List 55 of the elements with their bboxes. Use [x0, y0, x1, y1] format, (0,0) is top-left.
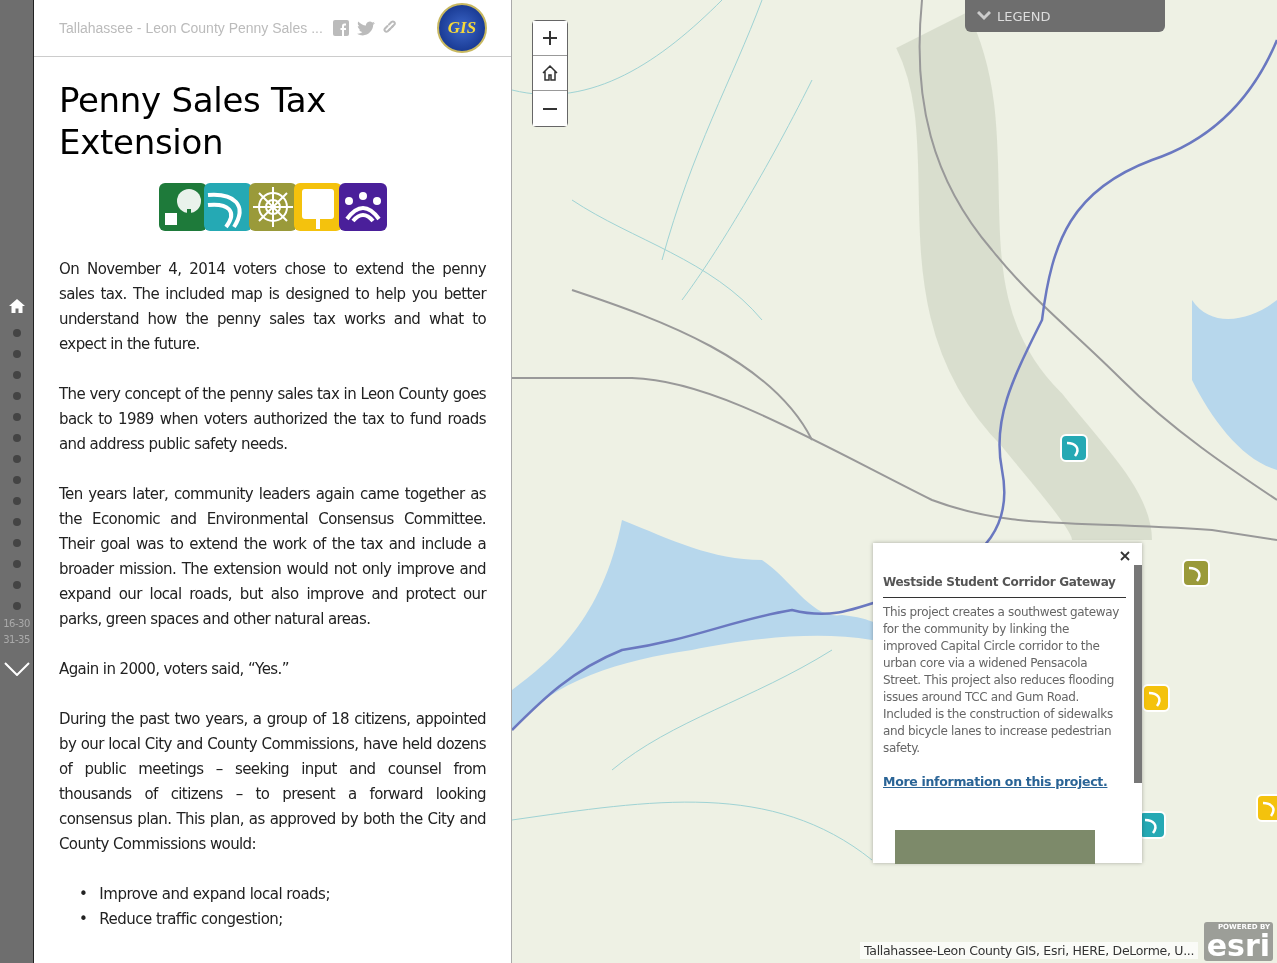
map-marker-icon[interactable] [1182, 559, 1210, 587]
nav-dot[interactable] [12, 454, 21, 463]
nav-dot[interactable] [12, 370, 21, 379]
page-heading: Penny Sales Tax Extension [59, 79, 328, 163]
story-title: Tallahassee - Leon County Penny Sales ... [59, 20, 323, 36]
home-icon [541, 64, 559, 82]
link-icon[interactable] [382, 20, 399, 36]
twitter-icon[interactable] [356, 20, 375, 36]
nav-dot[interactable] [12, 559, 21, 568]
scrollbar[interactable] [1134, 565, 1142, 783]
legend-toggle[interactable]: LEGEND [965, 0, 1165, 32]
section-range[interactable]: 16-30 [3, 616, 30, 632]
category-icon [203, 183, 252, 231]
zoom-in-button[interactable] [533, 21, 567, 56]
nav-dot[interactable] [12, 328, 21, 337]
story-paragraph: Again in 2000, voters said, “Yes.” [59, 659, 290, 680]
nav-dot[interactable] [12, 475, 21, 484]
list-item: Reduce traffic congestion; [99, 909, 283, 930]
facebook-icon[interactable] [332, 20, 349, 36]
category-icon [338, 183, 387, 231]
map-marker-icon[interactable] [1256, 794, 1277, 822]
close-icon[interactable] [1120, 551, 1130, 561]
category-icon [248, 183, 297, 231]
popup-description: This project creates a southwest gateway for the community by linking the improved Capital Circle corridor to the urban core via a widened Pensacola Street. This project also reduces flooding issues around TCC and Gum Road. Included is the construction of sidewalks and bicycle lanes to increase pedestrian safety. [883, 604, 1120, 757]
story-paragraph: During the past two years, a group of 18 citizens, appointed by our local City and County Commissions, have held dozens of public meetings – seeking input and counsel from thousands of citizens – to present a forward looking consensus plan. This plan, as approved by both the City and County Commissions would: [59, 709, 486, 855]
story-paragraph: The very concept of the penny sales tax in Leon County goes back to 1989 when voters authorized the tax to fund roads and address public safety needs. [59, 384, 486, 455]
map-marker-icon[interactable] [1142, 684, 1170, 712]
nav-dot[interactable] [12, 349, 21, 358]
map-attribution: Tallahassee-Leon County GIS, Esri, HERE, DeLorme, U... [860, 942, 1199, 959]
nav-dot[interactable] [12, 412, 21, 421]
nav-dot[interactable] [12, 433, 21, 442]
more-info-link[interactable]: More information on this project. [883, 774, 1108, 789]
nav-dot[interactable] [12, 580, 21, 589]
category-icon [158, 183, 207, 231]
home-icon[interactable] [8, 299, 25, 313]
section-range[interactable]: 31-35 [3, 632, 30, 648]
nav-dot[interactable] [12, 517, 21, 526]
gis-logo: GIS [437, 3, 487, 53]
bullet-mark: • [79, 909, 88, 930]
nav-dot[interactable] [12, 391, 21, 400]
category-icon [293, 183, 342, 231]
nav-dot[interactable] [12, 538, 21, 547]
bullet-mark: • [79, 884, 88, 905]
story-paragraph: Ten years later, community leaders again came together as the Economic and Environmental Consensus Committee. Their goal was to extend the work of the tax and include a broader mission. The extension would not only improve and expand our local roads, but also improve and protect our parks, green spaces and other natural areas. [59, 484, 486, 630]
nav-dot[interactable] [12, 601, 21, 610]
minus-icon [542, 107, 558, 110]
map-marker-icon[interactable] [1060, 434, 1088, 462]
chevron-down-icon[interactable] [3, 662, 30, 676]
nav-dot[interactable] [12, 496, 21, 505]
chevron-down-icon [977, 11, 991, 21]
list-item: Improve and expand local roads; [99, 884, 330, 905]
popup-title: Westside Student Corridor Gateway [883, 574, 1126, 598]
story-paragraph: On November 4, 2014 voters chose to extend the penny sales tax. The included map is designed to help you better understand how the penny sales tax works and what to expect in the future. [59, 259, 486, 355]
plus-icon [542, 30, 558, 46]
esri-logo[interactable]: esri [1206, 932, 1270, 960]
